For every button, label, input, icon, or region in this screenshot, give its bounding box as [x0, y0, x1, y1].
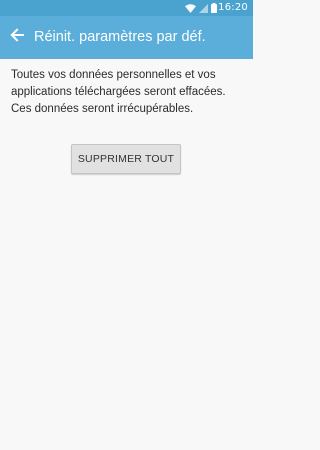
- description-line: applications téléchargées seront effacée…: [11, 86, 226, 98]
- status-time: 16:20: [218, 2, 248, 13]
- signal-icon: [199, 3, 208, 13]
- description-text: Toutes vos données personnelles et vos a…: [11, 67, 247, 118]
- status-icons: [185, 3, 217, 13]
- description-line: Toutes vos données personnelles et vos: [11, 69, 216, 81]
- page-title: Réinit. paramètres par déf.: [34, 29, 206, 45]
- back-button[interactable]: [6, 26, 28, 48]
- status-bar: 16:20: [0, 0, 253, 16]
- arrow-left-icon: [10, 27, 24, 47]
- app-bar: Réinit. paramètres par déf.: [0, 16, 253, 59]
- wifi-icon: [185, 3, 196, 13]
- description-line: Ces données seront irrécupérables.: [11, 103, 194, 115]
- delete-all-button[interactable]: SUPPRIMER TOUT: [71, 144, 181, 174]
- battery-icon: [211, 3, 217, 13]
